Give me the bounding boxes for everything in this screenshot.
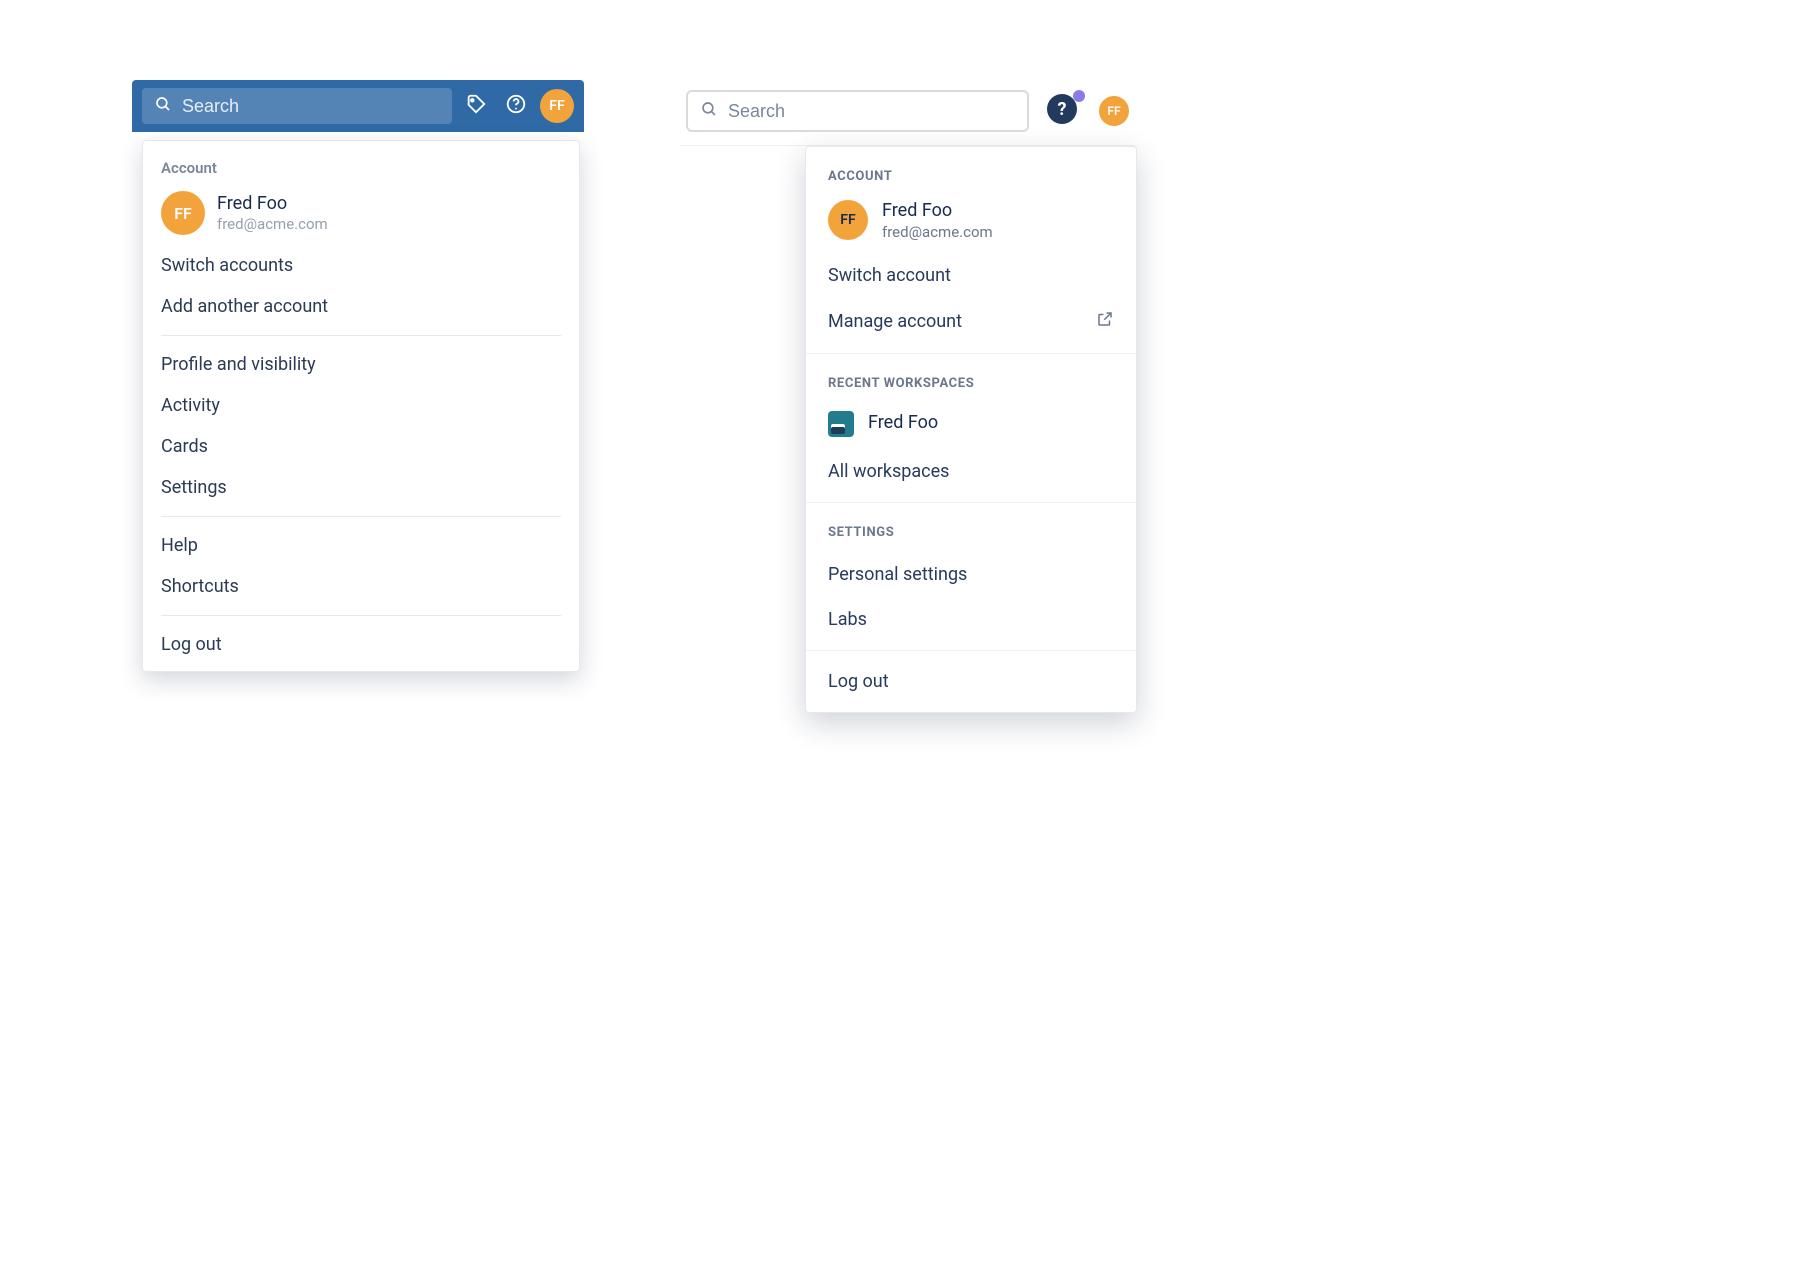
divider: [161, 615, 561, 616]
all-workspaces-label: All workspaces: [828, 461, 949, 482]
divider: [161, 516, 561, 517]
settings-heading: SETTINGS: [806, 521, 1136, 552]
workspace-name: Fred Foo: [868, 412, 938, 435]
logout-item[interactable]: Log out: [806, 659, 1136, 704]
settings-item[interactable]: Settings: [143, 467, 579, 508]
avatar-button[interactable]: FF: [540, 89, 574, 123]
recent-workspaces-section: RECENT WORKSPACES Fred Foo All workspace…: [806, 353, 1136, 502]
avatar: FF: [161, 191, 205, 235]
avatar: FF: [828, 200, 868, 240]
account-heading: Account: [143, 155, 579, 187]
left-panel: FF Account FF Fred Foo fred@acme.com Swi…: [132, 80, 584, 672]
labs-label: Labs: [828, 609, 867, 630]
left-header-bar: FF: [132, 80, 584, 132]
settings-section: SETTINGS Personal settings Labs: [806, 502, 1136, 650]
help-icon: ?: [1047, 94, 1077, 124]
help-button[interactable]: ?: [1047, 94, 1081, 128]
manage-account-label: Manage account: [828, 311, 962, 332]
help-item[interactable]: Help: [143, 525, 579, 566]
add-another-account-item[interactable]: Add another account: [143, 286, 579, 327]
help-button[interactable]: [500, 90, 532, 122]
account-section: ACCOUNT FF Fred Foo fred@acme.com Switch…: [806, 147, 1136, 353]
tag-button[interactable]: [460, 90, 492, 122]
labs-item[interactable]: Labs: [806, 597, 1136, 642]
manage-account-item[interactable]: Manage account: [806, 298, 1136, 345]
all-workspaces-item[interactable]: All workspaces: [806, 449, 1136, 494]
user-email: fred@acme.com: [882, 223, 993, 241]
right-panel: ? FF ACCOUNT FF Fred Foo fred@acme.com S…: [680, 85, 1135, 713]
user-name: Fred Foo: [882, 200, 993, 223]
recent-workspaces-heading: RECENT WORKSPACES: [806, 372, 1136, 403]
avatar-button[interactable]: FF: [1099, 96, 1129, 126]
logout-section: Log out: [806, 650, 1136, 712]
logout-label: Log out: [828, 671, 889, 692]
user-name: Fred Foo: [217, 193, 328, 215]
activity-item[interactable]: Activity: [143, 385, 579, 426]
account-profile[interactable]: FF Fred Foo fred@acme.com: [143, 187, 579, 245]
account-menu: ACCOUNT FF Fred Foo fred@acme.com Switch…: [805, 146, 1137, 713]
search-field[interactable]: [142, 88, 452, 124]
switch-account-label: Switch account: [828, 265, 951, 286]
user-email: fred@acme.com: [217, 215, 328, 233]
help-icon: [505, 93, 527, 119]
cards-item[interactable]: Cards: [143, 426, 579, 467]
search-icon: [154, 95, 172, 117]
search-field[interactable]: [686, 90, 1029, 132]
shortcuts-item[interactable]: Shortcuts: [143, 566, 579, 607]
notification-dot-icon: [1073, 90, 1085, 102]
logout-item[interactable]: Log out: [143, 624, 579, 665]
account-heading: ACCOUNT: [806, 165, 1136, 196]
tag-icon: [465, 93, 487, 119]
switch-account-item[interactable]: Switch account: [806, 253, 1136, 298]
account-menu: Account FF Fred Foo fred@acme.com Switch…: [142, 140, 580, 672]
profile-visibility-item[interactable]: Profile and visibility: [143, 344, 579, 385]
search-input[interactable]: [728, 101, 1015, 122]
search-input[interactable]: [182, 96, 440, 117]
workspace-icon: [828, 411, 854, 437]
personal-settings-label: Personal settings: [828, 564, 967, 585]
divider: [161, 335, 561, 336]
personal-settings-item[interactable]: Personal settings: [806, 552, 1136, 597]
search-icon: [700, 100, 718, 122]
workspace-item[interactable]: Fred Foo: [806, 403, 1136, 449]
switch-accounts-item[interactable]: Switch accounts: [143, 245, 579, 286]
external-link-icon: [1096, 310, 1114, 333]
right-header-bar: ? FF: [680, 85, 1135, 137]
account-profile[interactable]: FF Fred Foo fred@acme.com: [806, 196, 1136, 253]
